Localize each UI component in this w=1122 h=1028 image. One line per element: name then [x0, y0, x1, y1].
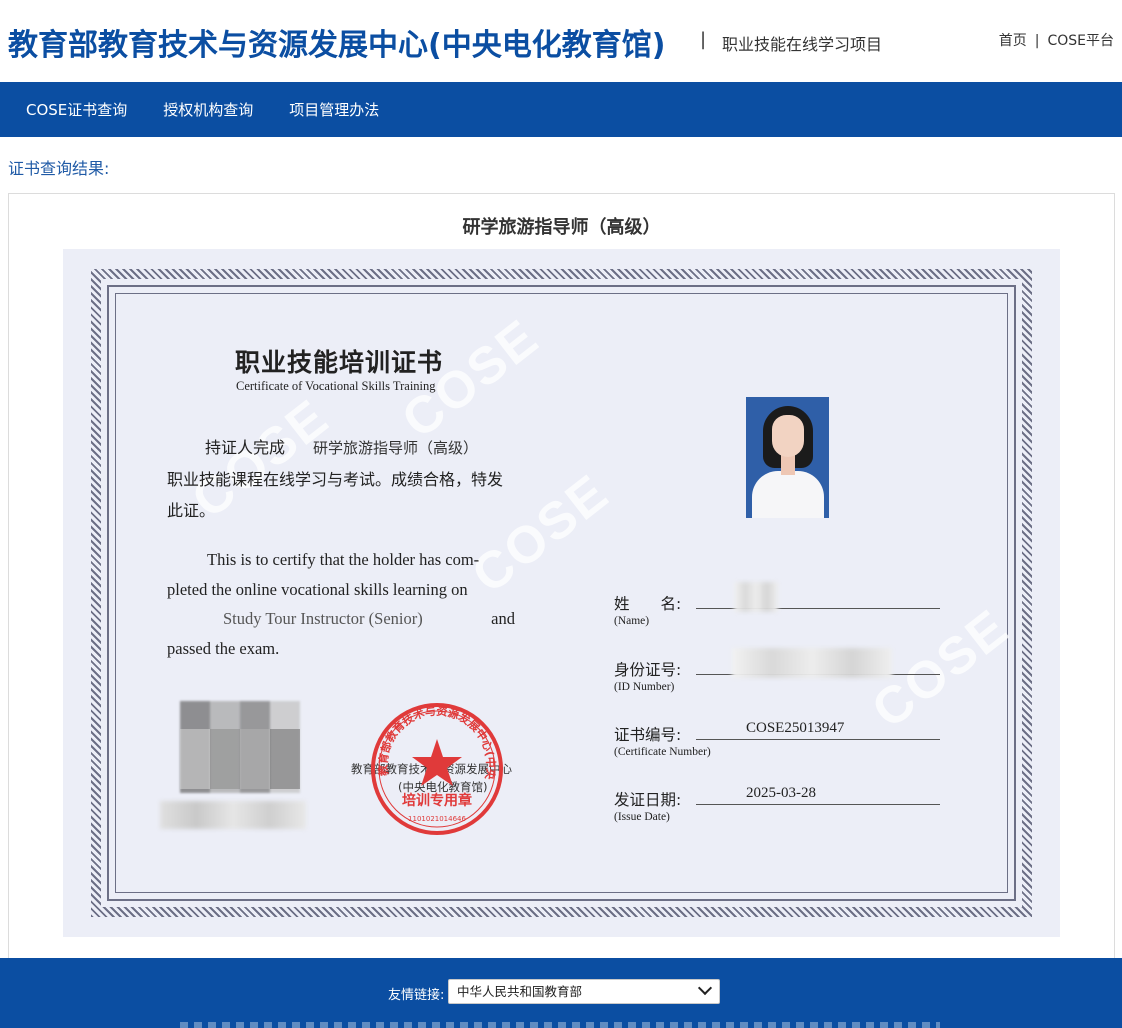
body-line: pleted the online vocational skills lear…	[167, 579, 468, 599]
field-label-en: (Certificate Number)	[614, 746, 711, 758]
certificate-title-cn: 职业技能培训证书	[235, 348, 444, 377]
link-separator: |	[1034, 33, 1040, 49]
top-header: 教育部教育技术与资源发展中心(中央电化教育馆) | 职业技能在线学习项目 首页 |…	[0, 0, 1122, 82]
holder-prefix: 持证人完成	[205, 438, 286, 457]
redacted-name	[734, 582, 778, 612]
project-name: 职业技能在线学习项目	[722, 35, 883, 54]
course-name-en: Study Tour Instructor (Senior)	[223, 609, 423, 628]
qr-code-redacted	[180, 729, 300, 789]
underline	[696, 608, 940, 609]
footer-text-cutoff	[180, 1022, 940, 1028]
body-line: 职业技能课程在线学习与考试。成绩合格，特发	[167, 470, 504, 489]
certificate-body-en: This is to certify that the holder has c…	[167, 545, 515, 663]
body-line: 此证。	[167, 501, 216, 520]
underline	[696, 739, 940, 740]
redacted-id-number	[732, 648, 892, 678]
body-word: and	[491, 609, 515, 628]
org-title: 教育部教育技术与资源发展中心(中央电化教育馆)	[8, 28, 666, 63]
certificate-image: COSE COSE COSE COSE 职业技能培训证书 Certificate…	[63, 249, 1060, 937]
redacted-text	[160, 801, 306, 829]
issue-date-value: 2025-03-28	[746, 785, 816, 801]
field-label: 身份证号:	[614, 661, 682, 679]
friendly-links-select[interactable]: 中华人民共和国教育部	[448, 979, 720, 1004]
seal-number: 1101021014646	[408, 815, 466, 823]
field-label-en: (Issue Date)	[614, 811, 670, 823]
cose-platform-link[interactable]: COSE平台	[1047, 33, 1114, 49]
field-label-en: (ID Number)	[614, 681, 675, 693]
seal-center-text: 培训专用章	[402, 792, 472, 809]
home-link[interactable]: 首页	[999, 33, 1027, 49]
main-nav: COSE证书查询 授权机构查询 项目管理办法	[0, 82, 1122, 137]
certificate-number-value: COSE25013947	[746, 720, 845, 736]
chevron-down-icon	[697, 980, 713, 996]
field-certificate-number: 证书编号: (Certificate Number) COSE25013947	[614, 720, 944, 758]
top-links: 首页 | COSE平台	[999, 30, 1114, 50]
certificate-title-en: Certificate of Vocational Skills Trainin…	[236, 379, 436, 393]
holder-photo	[746, 397, 829, 518]
field-label: 姓 名:	[614, 595, 682, 613]
panel-title: 研学旅游指导师（高级）	[462, 217, 661, 238]
course-name-cn: 研学旅游指导师（高级）	[313, 439, 479, 457]
field-label-en: (Name)	[614, 615, 650, 627]
field-id-number: 身份证号: (ID Number)	[614, 648, 944, 693]
nav-item-authorized-institution-query[interactable]: 授权机构查询	[163, 99, 253, 120]
result-label: 证书查询结果:	[8, 159, 110, 178]
field-name: 姓 名: (Name)	[614, 582, 944, 627]
nav-item-cose-cert-query[interactable]: COSE证书查询	[26, 99, 127, 120]
certificate-body-cn: 持证人完成 研学旅游指导师（高级） 职业技能课程在线学习与考试。成绩合格，特发 此…	[167, 432, 519, 526]
official-seal-stamp: 教育部教育技术与资源发展中心(中央电化教育馆) 培训专用章 1101021014…	[369, 701, 503, 835]
body-line: passed the exam.	[167, 638, 280, 658]
field-label: 发证日期:	[614, 791, 682, 809]
friendly-links-selected: 中华人民共和国教育部	[457, 984, 583, 999]
underline	[696, 804, 940, 805]
footer: 友情链接: 中华人民共和国教育部	[0, 958, 1122, 1028]
field-issue-date: 发证日期: (Issue Date) 2025-03-28	[614, 785, 944, 823]
field-label: 证书编号:	[614, 726, 682, 744]
body-line: This is to certify that the holder has c…	[207, 550, 480, 569]
friendly-links-label: 友情链接:	[388, 988, 445, 1003]
nav-item-project-management-rules[interactable]: 项目管理办法	[289, 99, 379, 120]
title-separator: |	[700, 29, 707, 50]
